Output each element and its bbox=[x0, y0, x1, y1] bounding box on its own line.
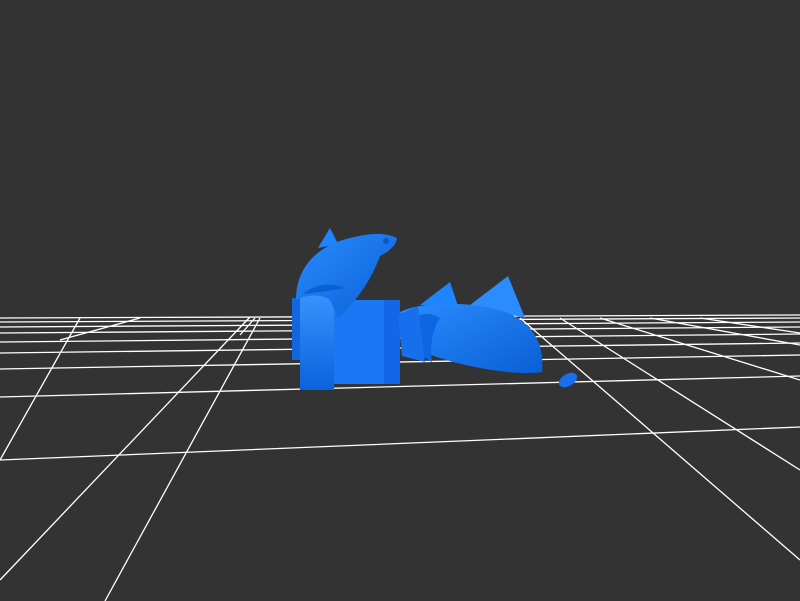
viewport-canvas[interactable] bbox=[0, 0, 800, 601]
3d-viewport[interactable] bbox=[0, 0, 800, 601]
